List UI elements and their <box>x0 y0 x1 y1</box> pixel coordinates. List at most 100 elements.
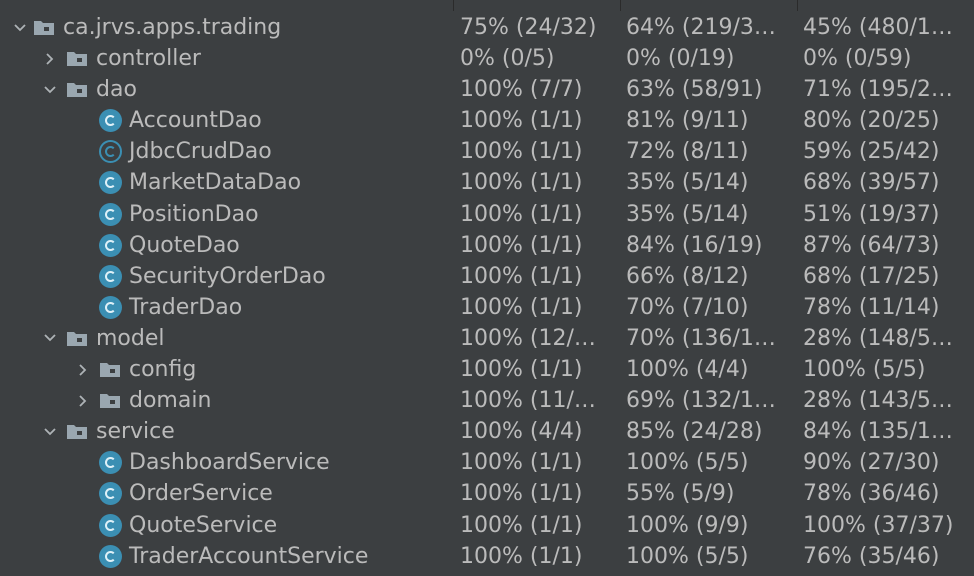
tree-item-label: OrderService <box>129 481 273 507</box>
tree-row-package[interactable]: dao 100% (7/7) 63% (58/91) 71% (195/2… <box>0 74 974 105</box>
line-coverage-cell: 68% (17/25) <box>803 263 940 289</box>
tree-row-package[interactable]: ca.jrvs.apps.trading 75% (24/32) 64% (219/… <box>0 12 974 43</box>
column-separator[interactable] <box>797 0 798 11</box>
tree-item-name[interactable]: OrderService <box>99 478 273 509</box>
tree-row-package[interactable]: model 100% (12/… 70% (136/1… 28% (148/5… <box>0 323 974 354</box>
class-coverage-cell: 100% (11/… <box>460 388 596 414</box>
column-separator[interactable] <box>620 0 621 11</box>
folder-icon <box>67 52 87 67</box>
class-coverage-cell: 75% (24/32) <box>460 15 597 40</box>
tree-row-class[interactable]: QuoteService 100% (1/1) 100% (9/9) 100% (37… <box>0 510 974 541</box>
folder-icon <box>67 425 87 440</box>
class-coverage-cell: 100% (1/1) <box>460 232 583 258</box>
column-separator[interactable] <box>453 0 454 11</box>
class-coverage-cell: 100% (1/1) <box>460 170 583 196</box>
class-coverage-cell: 100% (7/7) <box>460 77 583 103</box>
chevron-right-icon[interactable] <box>40 43 60 74</box>
chevron-down-icon[interactable] <box>40 74 60 105</box>
folder-icon <box>100 394 120 409</box>
tree-item-name[interactable]: TraderDao <box>99 292 242 323</box>
tree-item-name[interactable]: model <box>66 323 165 354</box>
tree-row-class[interactable]: JdbcCrudDao 100% (1/1) 72% (8/11) 59% (25/4… <box>0 136 974 167</box>
line-coverage-cell: 68% (39/57) <box>803 170 940 196</box>
method-coverage-cell: 70% (7/10) <box>626 294 749 320</box>
method-coverage-cell: 70% (136/1… <box>626 325 776 351</box>
tree-item-label: config <box>129 357 197 383</box>
tree-item-name[interactable]: MarketDataDao <box>99 167 301 198</box>
method-coverage-cell: 85% (24/28) <box>626 419 763 445</box>
class-coverage-cell: 100% (1/1) <box>460 357 583 383</box>
class-icon <box>99 482 122 506</box>
tree-item-name[interactable]: DashboardService <box>99 447 330 478</box>
folder-icon <box>34 21 54 35</box>
tree-item-name[interactable]: AccountDao <box>99 105 262 136</box>
class-icon <box>99 513 122 537</box>
chevron-right-icon[interactable] <box>73 385 93 416</box>
method-coverage-cell: 100% (5/5) <box>626 450 749 476</box>
line-coverage-cell: 90% (27/30) <box>803 450 940 476</box>
tree-row-package[interactable]: domain 100% (11/… 69% (132/1… 28% (143/5… <box>0 385 974 416</box>
tree-row-class[interactable]: TraderAccountService 100% (1/1) 100% (5/5)… <box>0 541 974 572</box>
tree-item-name[interactable]: domain <box>99 385 211 416</box>
line-coverage-cell: 100% (5/5) <box>803 357 926 383</box>
tree-item-name[interactable]: dao <box>66 74 137 105</box>
class-coverage-cell: 100% (1/1) <box>460 263 583 289</box>
bottom-edge <box>0 570 974 576</box>
tree-item-name[interactable]: config <box>99 354 196 385</box>
line-coverage-cell: 28% (143/5… <box>803 388 953 414</box>
chevron-down-icon[interactable] <box>10 12 30 43</box>
chevron-down-icon[interactable] <box>40 323 60 354</box>
tree-item-name[interactable]: QuoteService <box>99 510 277 541</box>
chevron-right-icon[interactable] <box>73 354 93 385</box>
tree-row-class[interactable]: AccountDao 100% (1/1) 81% (9/11) 80% (20/25… <box>0 105 974 136</box>
tree-item-label: QuoteDao <box>129 232 240 258</box>
line-coverage-cell: 0% (0/59) <box>803 46 912 72</box>
class-icon <box>99 295 122 319</box>
class-coverage-cell: 0% (0/5) <box>460 46 555 72</box>
folder-icon <box>100 363 120 378</box>
tree-item-name[interactable]: QuoteDao <box>99 230 240 261</box>
tree-item-label: TraderAccountService <box>129 543 369 569</box>
tree-row-class[interactable]: PositionDao 100% (1/1) 35% (5/14) 51% (19/3… <box>0 199 974 230</box>
method-coverage-cell: 84% (16/19) <box>626 232 763 258</box>
class-icon <box>99 451 122 475</box>
tree-item-name[interactable]: ca.jrvs.apps.trading <box>33 12 281 43</box>
line-coverage-cell: 80% (20/25) <box>803 108 940 134</box>
tree-item-name[interactable]: SecurityOrderDao <box>99 261 326 292</box>
method-coverage-cell: 63% (58/91) <box>626 77 763 103</box>
column-header-strip <box>0 0 974 11</box>
tree-row-class[interactable]: TraderDao 100% (1/1) 70% (7/10) 78% (11/14) <box>0 292 974 323</box>
tree-item-label: SecurityOrderDao <box>129 263 326 289</box>
tree-row-class[interactable]: MarketDataDao 100% (1/1) 35% (5/14) 68% (39… <box>0 167 974 198</box>
tree-row-package[interactable]: service 100% (4/4) 85% (24/28) 84% (135/1… <box>0 416 974 447</box>
tree-row-package[interactable]: config 100% (1/1) 100% (4/4) 100% (5/5) <box>0 354 974 385</box>
method-coverage-cell: 81% (9/11) <box>626 108 749 134</box>
class-coverage-cell: 100% (1/1) <box>460 450 583 476</box>
tree-item-name[interactable]: TraderAccountService <box>99 541 368 572</box>
line-coverage-cell: 51% (19/37) <box>803 201 940 227</box>
tree-item-label: ca.jrvs.apps.trading <box>63 15 282 40</box>
tree-item-name[interactable]: JdbcCrudDao <box>99 136 272 167</box>
tree-row-class[interactable]: OrderService 100% (1/1) 55% (5/9) 78% (36/4… <box>0 478 974 509</box>
tree-row-class[interactable]: QuoteDao 100% (1/1) 84% (16/19) 87% (64/73) <box>0 230 974 261</box>
method-coverage-cell: 100% (5/5) <box>626 543 749 569</box>
line-coverage-cell: 59% (25/42) <box>803 139 940 165</box>
tree-item-label: service <box>96 419 175 445</box>
tree-row-class[interactable]: SecurityOrderDao 100% (1/1) 66% (8/12) 68% … <box>0 261 974 292</box>
tree-item-name[interactable]: controller <box>66 43 201 74</box>
tree-item-name[interactable]: service <box>66 416 175 447</box>
line-coverage-cell: 78% (36/46) <box>803 481 940 507</box>
chevron-down-icon[interactable] <box>40 416 60 447</box>
method-coverage-cell: 35% (5/14) <box>626 201 749 227</box>
method-coverage-cell: 100% (9/9) <box>626 512 749 538</box>
class-icon <box>99 171 122 195</box>
tree-item-name[interactable]: PositionDao <box>99 199 259 230</box>
tree-row-class[interactable]: DashboardService 100% (1/1) 100% (5/5) 90% … <box>0 447 974 478</box>
coverage-tree: ca.jrvs.apps.trading 75% (24/32) 64% (219/… <box>0 12 974 572</box>
tree-item-label: controller <box>96 46 201 72</box>
tree-row-package[interactable]: controller 0% (0/5) 0% (0/19) 0% (0/59) <box>0 43 974 74</box>
method-coverage-cell: 100% (4/4) <box>626 357 749 383</box>
class-coverage-cell: 100% (1/1) <box>460 481 583 507</box>
tree-item-label: model <box>96 325 165 351</box>
class-coverage-cell: 100% (4/4) <box>460 419 583 445</box>
